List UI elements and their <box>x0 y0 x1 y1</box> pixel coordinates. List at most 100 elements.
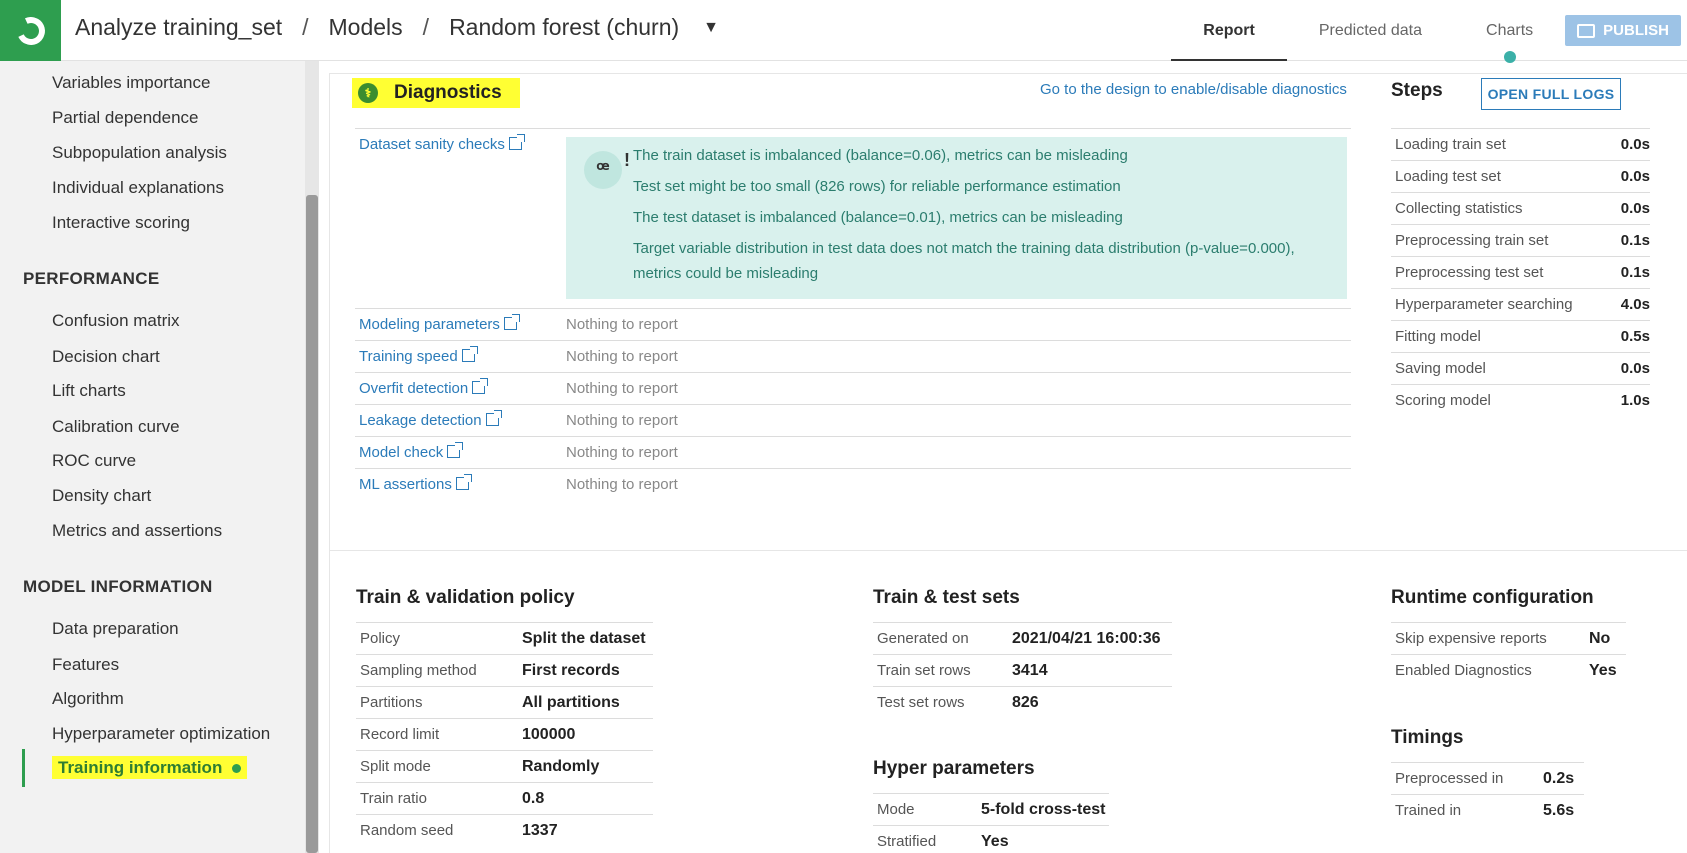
sidebar-item-individual-explanations[interactable]: Individual explanations <box>52 178 224 198</box>
policy-key: Train ratio <box>360 790 427 807</box>
diagnostic-label: Modeling parameters <box>359 316 500 333</box>
runtime-row: Skip expensive reports No <box>1391 622 1626 654</box>
tab-report[interactable]: Report <box>1171 0 1287 61</box>
step-name: Hyperparameter searching <box>1395 296 1573 313</box>
sidebar-item-density-chart[interactable]: Density chart <box>52 486 151 506</box>
policy-row: Train ratio 0.8 <box>356 782 653 814</box>
external-link-icon <box>508 134 525 150</box>
open-full-logs-button[interactable]: OPEN FULL LOGS <box>1481 78 1621 110</box>
sidebar-item-confusion-matrix[interactable]: Confusion matrix <box>52 311 180 331</box>
step-row: Preprocessing test set 0.1s <box>1391 256 1650 288</box>
policy-key: Policy <box>360 630 401 647</box>
step-row: Collecting statistics 0.0s <box>1391 192 1650 224</box>
publish-label: PUBLISH <box>1603 22 1669 39</box>
diagnostic-row: Modeling parameters Nothing to report <box>355 308 1351 340</box>
step-row: Saving model 0.0s <box>1391 352 1650 384</box>
warning-text: Target variable distribution in test dat… <box>633 240 1295 257</box>
hyper-value: 5-fold cross-test <box>981 801 1106 818</box>
sidebar-item-decision-chart[interactable]: Decision chart <box>52 347 160 367</box>
runtime-key: Enabled Diagnostics <box>1395 662 1532 679</box>
sidebar-scrollbar[interactable] <box>306 195 318 853</box>
sidebar-item-interactive-scoring[interactable]: Interactive scoring <box>52 213 190 233</box>
tab-charts[interactable]: Charts <box>1454 0 1565 63</box>
sidebar-item-calibration-curve[interactable]: Calibration curve <box>52 417 180 437</box>
warning-text: The train dataset is imbalanced (balance… <box>633 147 1128 164</box>
status-dot-icon <box>232 764 242 774</box>
step-time: 1.0s <box>1620 392 1650 409</box>
diagnostic-row: ML assertions Nothing to report <box>355 468 1351 500</box>
policy-key: Random seed <box>360 822 454 839</box>
diagnostic-link[interactable]: ML assertions <box>359 474 472 493</box>
hyper-parameters-title: Hyper parameters <box>873 758 1035 779</box>
diagnostics-icon: ⚕ <box>358 83 378 103</box>
external-link-icon <box>485 410 502 426</box>
diagnostic-row: Leakage detection Nothing to report <box>355 404 1351 436</box>
caret-down-icon[interactable]: ▼ <box>703 19 719 37</box>
step-time: 0.0s <box>1620 136 1650 153</box>
sidebar-item-metrics-assertions[interactable]: Metrics and assertions <box>52 521 222 541</box>
step-time: 0.5s <box>1620 328 1650 345</box>
diagnostic-row: Training speed Nothing to report <box>355 340 1351 372</box>
diagnostic-link[interactable]: Modeling parameters <box>359 314 520 333</box>
sidebar-item-label: Training information <box>52 756 248 779</box>
breadcrumb-models[interactable]: Models <box>329 14 403 41</box>
diagnostic-link[interactable]: Model check <box>359 442 464 461</box>
section-divider <box>329 550 1687 551</box>
sidebar: Variables importance Partial dependence … <box>0 61 308 853</box>
timing-key: Trained in <box>1395 802 1462 819</box>
warning-text: The test dataset is imbalanced (balance=… <box>633 209 1123 226</box>
dashboard-icon <box>1577 23 1596 38</box>
step-row: Hyperparameter searching 4.0s <box>1391 288 1650 320</box>
sidebar-item-data-preparation[interactable]: Data preparation <box>52 619 179 639</box>
policy-row: Partitions All partitions <box>356 686 653 718</box>
diagnostic-label: Overfit detection <box>359 380 469 397</box>
diagnostic-link[interactable]: Dataset sanity checks <box>359 134 525 153</box>
hyper-key: Mode <box>877 801 915 818</box>
sidebar-item-variables-importance[interactable]: Variables importance <box>52 73 210 93</box>
breadcrumb-analysis[interactable]: Analyze training_set <box>75 14 282 41</box>
sidebar-item-roc-curve[interactable]: ROC curve <box>52 451 136 471</box>
sidebar-item-algorithm[interactable]: Algorithm <box>52 689 124 709</box>
diagnostic-label: Leakage detection <box>359 412 482 429</box>
train-test-row: Generated on 2021/04/21 16:00:36 <box>873 622 1172 654</box>
timing-key: Preprocessed in <box>1395 770 1504 787</box>
diagnostic-value: Nothing to report <box>566 348 678 365</box>
app-logo[interactable] <box>0 0 61 61</box>
train-test-value: 2021/04/21 16:00:36 <box>1012 630 1161 647</box>
warnings-box: ꟹ The train dataset is imbalanced (balan… <box>566 137 1347 299</box>
step-time: 0.0s <box>1620 200 1650 217</box>
breadcrumb-model: Random forest (churn) <box>449 14 680 40</box>
sidebar-item-partial-dependence[interactable]: Partial dependence <box>52 108 199 128</box>
policy-row: Policy Split the dataset <box>356 622 653 654</box>
timing-value: 5.6s <box>1543 802 1575 819</box>
policy-key: Partitions <box>360 694 423 711</box>
policy-row: Sampling method First records <box>356 654 653 686</box>
step-time: 0.0s <box>1620 168 1650 185</box>
diagnostic-label: Dataset sanity checks <box>359 136 505 153</box>
diagnostic-link[interactable]: Training speed <box>359 346 478 365</box>
sidebar-item-features[interactable]: Features <box>52 655 119 675</box>
step-time: 4.0s <box>1620 296 1650 313</box>
diagnostic-link[interactable]: Overfit detection <box>359 378 489 397</box>
step-name: Loading train set <box>1395 136 1506 153</box>
publish-button[interactable]: PUBLISH <box>1565 15 1681 46</box>
step-row: Loading train set 0.0s <box>1391 128 1650 160</box>
diagnostic-link[interactable]: Leakage detection <box>359 410 502 429</box>
design-diagnostics-link[interactable]: Go to the design to enable/disable diagn… <box>1040 81 1347 98</box>
step-name: Preprocessing train set <box>1395 232 1549 249</box>
sidebar-item-training-information[interactable]: Training information <box>22 749 248 787</box>
policy-value: 100000 <box>522 726 576 743</box>
diagnostic-row: Model check Nothing to report <box>355 436 1351 468</box>
main-panel-top-border <box>329 73 1687 74</box>
train-validation-policy-title: Train & validation policy <box>356 587 575 608</box>
warning-icon: ꟹ <box>584 141 630 189</box>
tab-predicted-data[interactable]: Predicted data <box>1287 0 1454 61</box>
step-name: Scoring model <box>1395 392 1491 409</box>
tab-indicator-dot <box>1503 51 1516 63</box>
sidebar-item-hyperparameter-optimization[interactable]: Hyperparameter optimization <box>52 724 270 744</box>
sidebar-item-subpopulation-analysis[interactable]: Subpopulation analysis <box>52 143 227 163</box>
hyper-key: Stratified <box>877 833 937 850</box>
policy-value: First records <box>522 662 620 679</box>
sidebar-active-label: Training information <box>58 758 223 777</box>
sidebar-item-lift-charts[interactable]: Lift charts <box>52 381 126 401</box>
